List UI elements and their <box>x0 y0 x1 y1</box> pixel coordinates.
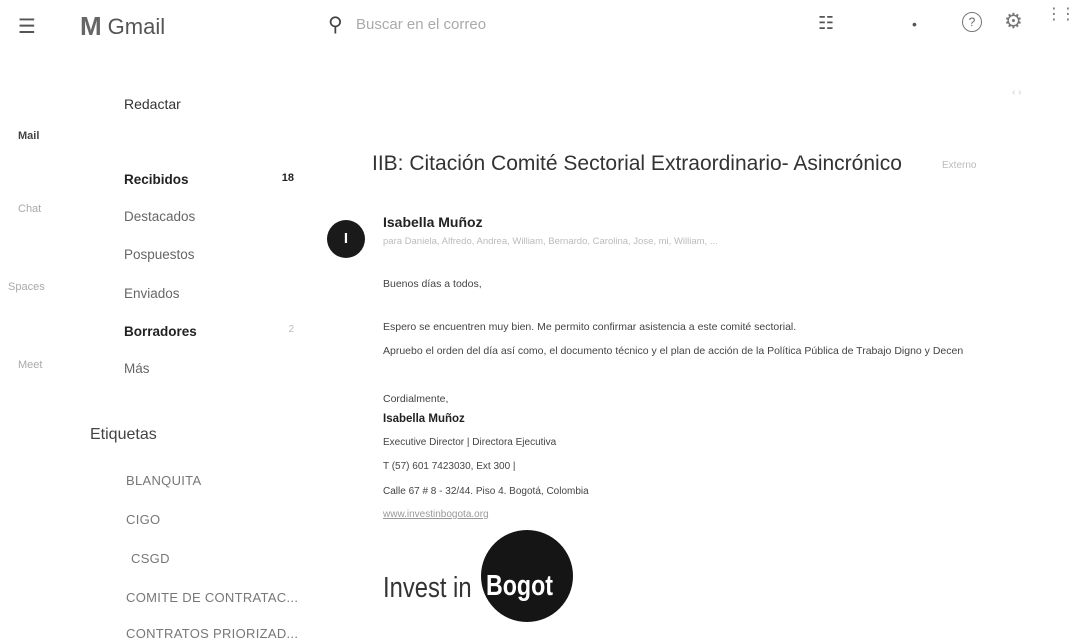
apps-icon[interactable]: ⋮⋮⋮ <box>1046 7 1073 23</box>
sidebar-item-label: Destacados <box>124 209 196 224</box>
sidebar-item-starred[interactable]: Destacados <box>124 209 294 224</box>
external-badge: Externo <box>942 160 977 171</box>
body-greeting: Buenos días a todos, <box>383 278 482 290</box>
label-item[interactable]: CIGO <box>126 512 160 527</box>
sender-name[interactable]: Isabella Muñoz <box>383 214 483 230</box>
logo-text-right: Bogot <box>486 570 553 602</box>
signature-title: Executive Director | Directora Ejecutiva <box>383 437 557 448</box>
sidebar-item-snoozed[interactable]: Pospuestos <box>124 247 294 262</box>
signature-closing: Cordialmente, <box>383 393 449 405</box>
rail-item-chat[interactable]: Chat <box>18 203 41 215</box>
help-icon[interactable]: ? <box>962 12 982 32</box>
rail-item-meet[interactable]: Meet <box>18 359 42 371</box>
invest-in-bogota-logo: Invest in Bogot <box>383 530 573 625</box>
unread-count: 18 <box>281 172 294 184</box>
sidebar-item-more[interactable]: Más <box>124 361 294 376</box>
recipients-line[interactable]: para Daniela, Alfredo, Andrea, William, … <box>383 236 718 247</box>
pager-icon[interactable]: ‹ › <box>1012 87 1021 98</box>
gmail-logo-text: Gmail <box>107 13 166 39</box>
sidebar-item-label: Más <box>124 361 150 376</box>
signature-website-link[interactable]: www.investinbogota.org <box>383 509 489 520</box>
compose-button[interactable]: Redactar <box>124 96 181 112</box>
signature-name: Isabella Muñoz <box>383 413 465 425</box>
label-item[interactable]: BLANQUITA <box>126 473 201 488</box>
body-line: Espero se encuentren muy bien. Me permit… <box>383 321 797 333</box>
labels-heading: Etiquetas <box>90 426 157 443</box>
gmail-logo[interactable]: M Gmail <box>80 11 165 42</box>
signature-phone: T (57) 601 7423030, Ext 300 | <box>383 461 516 472</box>
sidebar-item-drafts[interactable]: Borradores 2 <box>124 324 294 339</box>
label-item[interactable]: CSGD <box>131 551 170 566</box>
logo-text-left: Invest in <box>383 572 472 604</box>
caret-down-icon[interactable]: • <box>912 16 917 32</box>
rail-item-mail[interactable]: Mail <box>18 130 39 142</box>
email-subject: IIB: Citación Comité Sectorial Extraordi… <box>372 152 902 175</box>
search-input[interactable]: Buscar en el correo <box>356 16 486 33</box>
gmail-m-icon: M <box>80 11 102 41</box>
signature-address: Calle 67 # 8 - 32/44. Piso 4. Bogotá, Co… <box>383 486 589 497</box>
sidebar-item-label: Enviados <box>124 286 180 301</box>
sidebar-item-inbox[interactable]: Recibidos 18 <box>124 172 294 187</box>
sidebar-item-label: Recibidos <box>124 172 189 187</box>
tune-icon[interactable]: ☷ <box>818 13 834 34</box>
avatar[interactable]: I <box>327 220 365 258</box>
sidebar-item-label: Pospuestos <box>124 247 195 262</box>
search-icon[interactable]: ⚲ <box>328 12 343 37</box>
sidebar-item-sent[interactable]: Enviados <box>124 286 294 301</box>
rail-item-spaces[interactable]: Spaces <box>8 281 45 293</box>
gear-icon[interactable]: ⚙ <box>1004 9 1023 34</box>
body-line: Apruebo el orden del día así como, el do… <box>383 345 964 357</box>
label-item[interactable]: COMITE DE CONTRATAC... <box>126 590 298 605</box>
drafts-count: 2 <box>288 324 294 335</box>
menu-icon[interactable]: ☰ <box>18 14 36 39</box>
sidebar-item-label: Borradores <box>124 324 197 339</box>
